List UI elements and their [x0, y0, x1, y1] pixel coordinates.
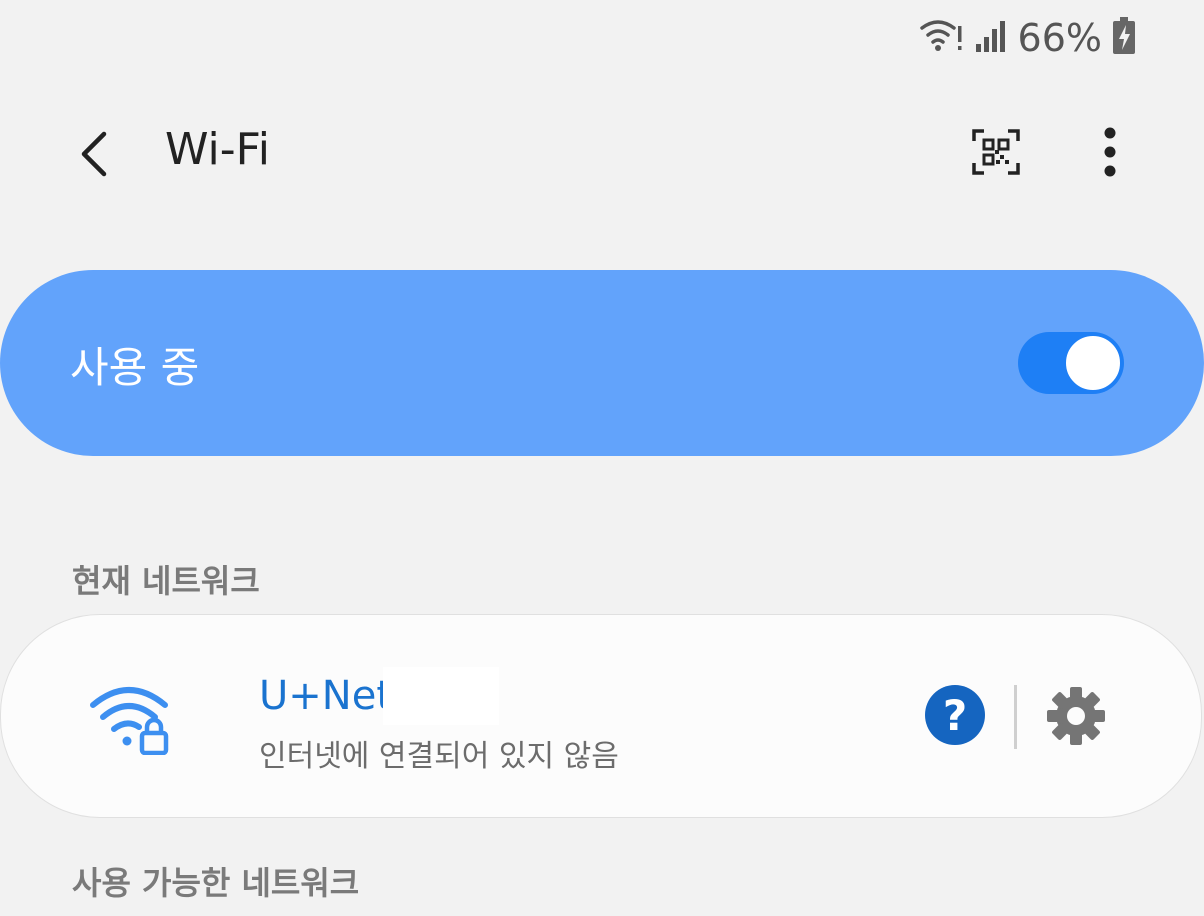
signal-icon — [974, 18, 1008, 58]
current-network-card[interactable]: U+Net 인터넷에 연결되어 있지 않음 ? — [0, 614, 1202, 818]
available-networks-header: 사용 가능한 네트워크 — [72, 864, 360, 902]
help-button[interactable]: ? — [925, 685, 985, 745]
wifi-lock-icon — [89, 681, 173, 756]
settings-gear-icon — [1047, 687, 1105, 745]
wifi-toggle-switch[interactable] — [1018, 332, 1124, 394]
back-arrow-icon — [81, 131, 107, 177]
status-bar: 66% — [919, 12, 1136, 64]
redacted-area — [383, 667, 499, 725]
network-status: 인터넷에 연결되어 있지 않음 — [259, 739, 619, 774]
qr-code-icon — [972, 129, 1020, 175]
master-switch-label: 사용 중 — [70, 343, 200, 392]
page-title: Wi-Fi — [165, 124, 270, 175]
wifi-master-switch-bar[interactable]: 사용 중 — [0, 270, 1204, 456]
app-bar: Wi-Fi — [0, 100, 1204, 210]
divider — [1014, 685, 1017, 749]
more-options-button[interactable] — [1082, 122, 1138, 182]
back-button[interactable] — [62, 122, 126, 186]
battery-percent: 66% — [1017, 16, 1102, 60]
more-vert-icon — [1104, 127, 1116, 177]
qr-code-button[interactable] — [966, 124, 1026, 180]
switch-knob — [1064, 334, 1122, 392]
battery-charging-icon — [1112, 17, 1136, 59]
network-name[interactable]: U+Net — [259, 673, 392, 719]
wifi-alert-icon — [919, 18, 964, 58]
current-network-header: 현재 네트워크 — [72, 562, 260, 600]
network-settings-button[interactable] — [1043, 683, 1109, 749]
help-icon: ? — [942, 690, 968, 740]
